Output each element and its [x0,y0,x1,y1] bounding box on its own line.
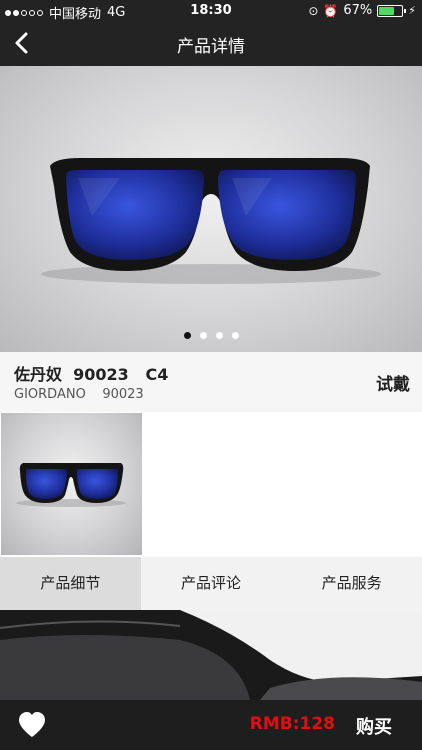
tab-0[interactable]: 产品细节 [0,557,141,610]
price-label: RMB:128 [249,714,335,734]
product-info: 佐丹奴 90023 C4 GIORDANO 90023 试戴 [0,352,422,413]
sunglasses-image [41,158,381,284]
page-title: 产品详情 [177,37,245,57]
heart-icon [19,712,45,737]
battery-icon [377,4,407,17]
top-bar: 中国移动 4G 18:30 ⊙ ⏰ 67% ⚡ 产品详情 [0,0,422,66]
nav-bar: 产品详情 [0,22,422,66]
tab-2[interactable]: 产品服务 [281,557,422,610]
alarm-icon: ⏰ [323,3,339,18]
product-detail-image [0,610,422,700]
thumbnail-strip [0,412,422,557]
favorite-button[interactable] [18,712,46,738]
sunglasses-closeup-image [0,610,422,700]
product-image-carousel[interactable] [0,66,422,352]
pager-dot[interactable] [199,332,207,339]
product-brand: GIORDANO 90023 [14,387,144,402]
battery-percent: 67% [343,3,373,18]
pager-dot[interactable] [183,332,191,339]
buy-button[interactable]: 购买 [356,713,392,739]
rotation-lock-icon: ⊙ [308,3,319,18]
bottom-action-bar: RMB:128 购买 [0,700,422,750]
detail-tabs: 产品细节 产品评论 产品服务 [0,557,422,610]
carousel-pager [0,332,422,339]
status-right: ⊙ ⏰ 67% ⚡ [308,3,416,18]
sunglasses-thumbnail-image [16,463,126,507]
pager-dot[interactable] [215,332,223,339]
status-bar: 中国移动 4G 18:30 ⊙ ⏰ 67% ⚡ [0,0,422,22]
tab-1[interactable]: 产品评论 [141,557,282,610]
pager-dot[interactable] [231,332,239,339]
product-name: 佐丹奴 90023 C4 [14,365,169,384]
charging-icon: ⚡ [408,4,416,17]
product-thumbnail[interactable] [1,413,142,555]
try-on-button[interactable]: 试戴 [376,370,410,395]
